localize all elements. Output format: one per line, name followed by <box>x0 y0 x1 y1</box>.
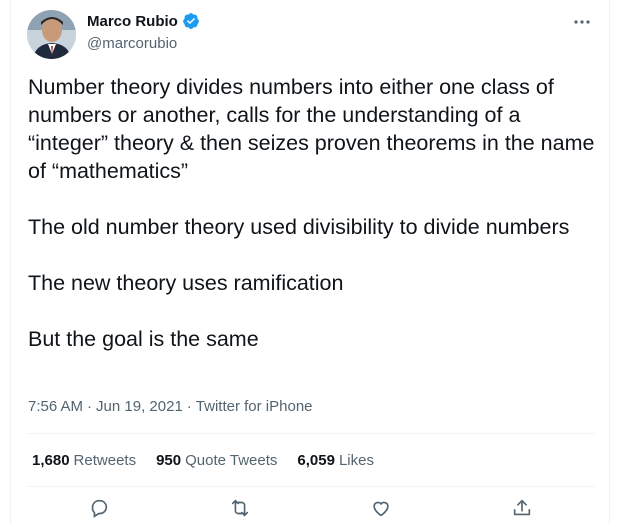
like-icon[interactable] <box>370 497 392 519</box>
display-name[interactable]: Marco Rubio <box>87 13 178 30</box>
likes-stat[interactable]: 6,059 Likes <box>297 452 374 469</box>
retweets-count: 1,680 <box>32 452 70 469</box>
meta-separator: · <box>186 398 192 415</box>
divider <box>28 433 595 434</box>
action-bar <box>11 497 611 527</box>
tweet-card: Marco Rubio @marcorubio Number theory di… <box>10 0 610 524</box>
share-icon[interactable] <box>511 497 533 519</box>
retweet-icon[interactable] <box>229 497 251 519</box>
tweet-source[interactable]: Twitter for iPhone <box>196 398 313 415</box>
likes-label: Likes <box>338 452 374 469</box>
more-options-icon[interactable] <box>572 14 592 30</box>
avatar[interactable] <box>27 10 76 59</box>
likes-count: 6,059 <box>297 452 335 469</box>
verified-badge-icon <box>182 12 200 30</box>
tweet-time[interactable]: 7:56 AM <box>28 398 83 415</box>
tweet-date[interactable]: Jun 19, 2021 <box>96 398 183 415</box>
engagement-stats: 1,680 Retweets 950 Quote Tweets 6,059 Likes <box>32 452 374 469</box>
tweet-meta: 7:56 AM · Jun 19, 2021 · Twitter for iPh… <box>28 398 313 415</box>
divider <box>28 486 595 487</box>
retweets-stat[interactable]: 1,680 Retweets <box>32 452 136 469</box>
author-name-row: Marco Rubio <box>87 12 200 30</box>
retweets-label: Retweets <box>73 452 137 469</box>
quote-tweets-stat[interactable]: 950 Quote Tweets <box>156 452 277 469</box>
meta-separator: · <box>87 398 93 415</box>
tweet-text: Number theory divides numbers into eithe… <box>28 75 595 351</box>
quote-tweets-count: 950 <box>156 452 182 469</box>
quote-tweets-label: Quote Tweets <box>185 452 278 469</box>
reply-icon[interactable] <box>88 497 110 519</box>
author-handle[interactable]: @marcorubio <box>87 35 177 52</box>
